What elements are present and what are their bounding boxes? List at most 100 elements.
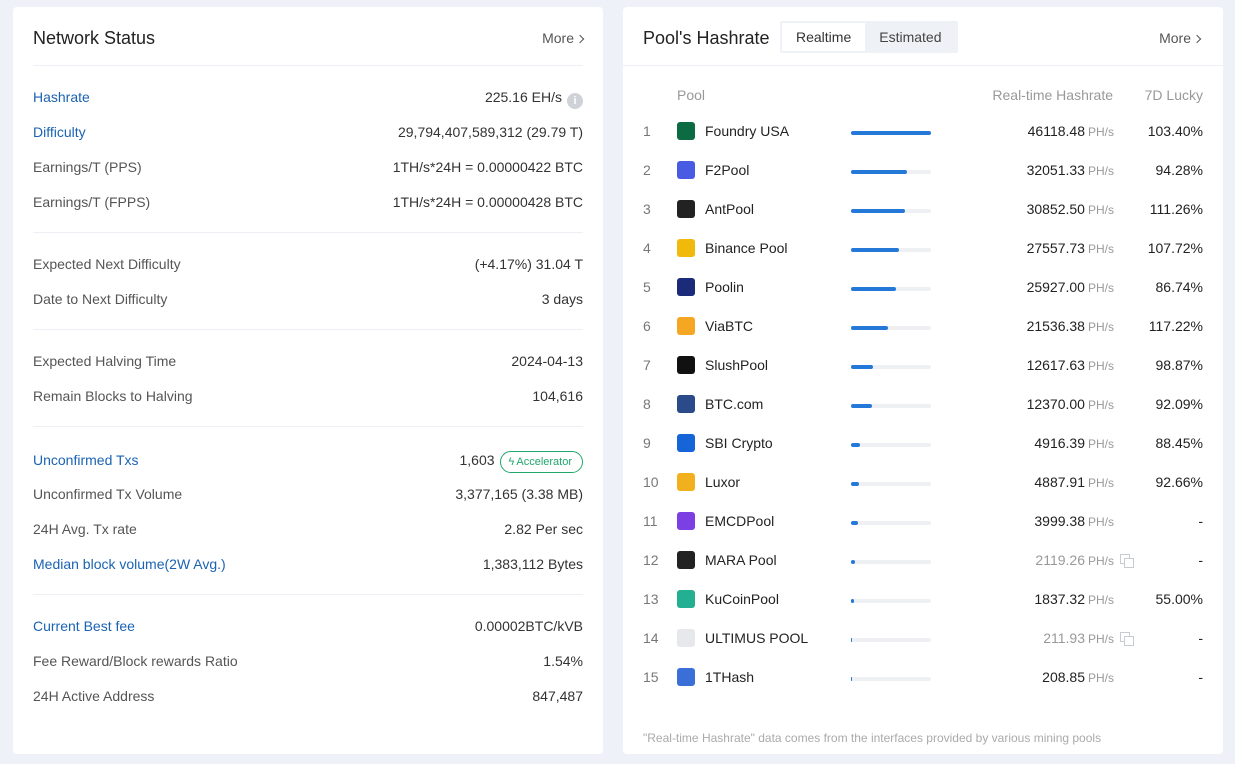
pool-hashrate-value: 12617.63 [1026, 357, 1085, 373]
pool-more-link[interactable]: More [1159, 30, 1202, 46]
hashrate-unit: PH/s [1087, 476, 1114, 490]
pool-rank: 9 [643, 435, 651, 451]
hashrate-unit: PH/s [1087, 632, 1114, 646]
tab-estimated[interactable]: Estimated [865, 23, 955, 51]
hashrate-unit: PH/s [1087, 125, 1114, 139]
hashrate-share-fill [851, 482, 859, 486]
hashrate-share-fill [851, 287, 896, 291]
viabtc-icon [677, 317, 695, 335]
pool-name[interactable]: ViaBTC [705, 316, 753, 336]
network-row-label[interactable]: Hashrate [33, 87, 90, 107]
pool-row[interactable]: 1 Foundry USA 46118.48 PH/s 103.40% [623, 121, 1223, 141]
pool-row[interactable]: 14 ULTIMUS POOL 211.93 PH/s - [623, 628, 1223, 648]
pool-row[interactable]: 9 SBI Crypto 4916.39 PH/s 88.45% [623, 433, 1223, 453]
pool-row[interactable]: 3 AntPool 30852.50 PH/s 111.26% [623, 199, 1223, 219]
network-row: Earnings/T (PPS) 1TH/s*24H = 0.00000422 B… [33, 157, 583, 177]
info-icon[interactable]: i [567, 93, 583, 109]
slushpool-icon [677, 356, 695, 374]
accelerator-button[interactable]: ϟ Accelerator [499, 451, 583, 473]
network-row-label: 24H Avg. Tx rate [33, 521, 137, 537]
network-more-link[interactable]: More [542, 30, 585, 46]
network-row-label[interactable]: Unconfirmed Txs [33, 448, 139, 472]
pool-rank: 15 [643, 669, 659, 685]
pool-row[interactable]: 6 ViaBTC 21536.38 PH/s 117.22% [623, 316, 1223, 336]
pool-name[interactable]: Poolin [705, 277, 744, 297]
1thash-icon [677, 668, 695, 686]
pool-rank: 13 [643, 591, 659, 607]
pool-name[interactable]: Foundry USA [705, 121, 789, 141]
pool-name[interactable]: 1THash [705, 667, 754, 687]
pool-hashrate: 21536.38 PH/s [1027, 316, 1114, 337]
hashrate-share-bar [851, 638, 931, 642]
pool-row[interactable]: 7 SlushPool 12617.63 PH/s 98.87% [623, 355, 1223, 375]
pool-name[interactable]: SBI Crypto [705, 433, 773, 453]
network-row-value: 1,603 [459, 452, 495, 468]
pool-row[interactable]: 2 F2Pool 32051.33 PH/s 94.28% [623, 160, 1223, 180]
pool-hashrate: 46118.48 PH/s [1028, 121, 1114, 142]
network-row: Unconfirmed Tx Volume 3,377,165 (3.38 MB) [33, 484, 583, 504]
pool-row[interactable]: 8 BTC.com 12370.00 PH/s 92.09% [623, 394, 1223, 414]
network-row-value-wrap: 2024-04-13 [511, 351, 583, 371]
copy-icon[interactable] [1120, 632, 1134, 646]
hashrate-share-bar [851, 677, 931, 681]
pool-name[interactable]: Binance Pool [705, 238, 788, 258]
pool-name[interactable]: AntPool [705, 199, 754, 219]
hashrate-share-fill [851, 443, 860, 447]
hashrate-share-fill [851, 677, 852, 681]
hashrate-share-bar [851, 170, 931, 174]
pool-row[interactable]: 5 Poolin 25927.00 PH/s 86.74% [623, 277, 1223, 297]
pool-hashrate: 30852.50 PH/s [1027, 199, 1114, 220]
pool-rank: 1 [643, 123, 651, 139]
chevron-right-icon [575, 34, 585, 44]
network-row-value: 3 days [541, 291, 583, 307]
network-row-value-wrap: 3 days [542, 289, 583, 309]
pool-name[interactable]: KuCoinPool [705, 589, 779, 609]
hashrate-share-bar [851, 482, 931, 486]
hashrate-unit: PH/s [1087, 320, 1114, 334]
pool-row[interactable]: 11 EMCDPool 3999.38 PH/s - [623, 511, 1223, 531]
pool-row[interactable]: 10 Luxor 4887.91 PH/s 92.66% [623, 472, 1223, 492]
network-row: 24H Active Address 847,487 [33, 686, 583, 706]
hashrate-share-fill [851, 326, 888, 330]
pool-row[interactable]: 13 KuCoinPool 1837.32 PH/s 55.00% [623, 589, 1223, 609]
pool-column-header: Pool [677, 87, 706, 103]
pool-name[interactable]: Luxor [705, 472, 740, 492]
network-row-value: 2024-04-13 [511, 353, 583, 369]
pool-hashrate-value: 4887.91 [1034, 474, 1085, 490]
hashrate-share-bar [851, 209, 931, 213]
pool-name[interactable]: SlushPool [705, 355, 768, 375]
network-row-value-wrap: 1TH/s*24H = 0.00000422 BTC [393, 157, 583, 177]
network-row-value: 1TH/s*24H = 0.00000428 BTC [392, 194, 583, 210]
pool-name[interactable]: MARA Pool [705, 550, 777, 570]
network-row: Expected Next Difficulty (+4.17%) 31.04 T [33, 254, 583, 274]
network-row-value: (+4.17%) 31.04 T [474, 256, 583, 272]
pool-row[interactable]: 12 MARA Pool 2119.26 PH/s - [623, 550, 1223, 570]
network-row-label: Remain Blocks to Halving [33, 388, 193, 404]
pool-rank: 7 [643, 357, 651, 373]
section-divider [33, 594, 583, 595]
pool-row[interactable]: 4 Binance Pool 27557.73 PH/s 107.72% [623, 238, 1223, 258]
network-row-label[interactable]: Current Best fee [33, 616, 135, 636]
pool-hashrate: 208.85 PH/s [1042, 667, 1114, 688]
network-row-label[interactable]: Median block volume(2W Avg.) [33, 554, 226, 574]
network-row-label[interactable]: Difficulty [33, 122, 86, 142]
copy-icon[interactable] [1120, 554, 1134, 568]
network-row-value-wrap: 1TH/s*24H = 0.00000428 BTC [393, 192, 583, 212]
pool-row[interactable]: 15 1THash 208.85 PH/s - [623, 667, 1223, 687]
tab-realtime[interactable]: Realtime [782, 23, 866, 51]
pool-hashrate-value: 211.93 [1043, 630, 1085, 646]
pool-name[interactable]: ULTIMUS POOL [705, 628, 808, 648]
network-row-value-wrap: 29,794,407,589,312 (29.79 T) [398, 122, 583, 142]
network-row-label: Earnings/T (FPPS) [33, 194, 151, 210]
network-row: Median block volume(2W Avg.) 1,383,112 By… [33, 554, 583, 574]
hashrate-share-bar [851, 404, 931, 408]
header-divider [623, 65, 1223, 66]
pool-hashrate-value: 32051.33 [1026, 162, 1085, 178]
pool-hashrate: 12617.63 PH/s [1027, 355, 1114, 376]
kucoinpool-icon [677, 590, 695, 608]
pool-name[interactable]: EMCDPool [705, 511, 774, 531]
network-row-label: Expected Next Difficulty [33, 256, 181, 272]
network-row-value-wrap: 1.54% [543, 651, 583, 671]
pool-name[interactable]: F2Pool [705, 160, 749, 180]
pool-name[interactable]: BTC.com [705, 394, 763, 414]
